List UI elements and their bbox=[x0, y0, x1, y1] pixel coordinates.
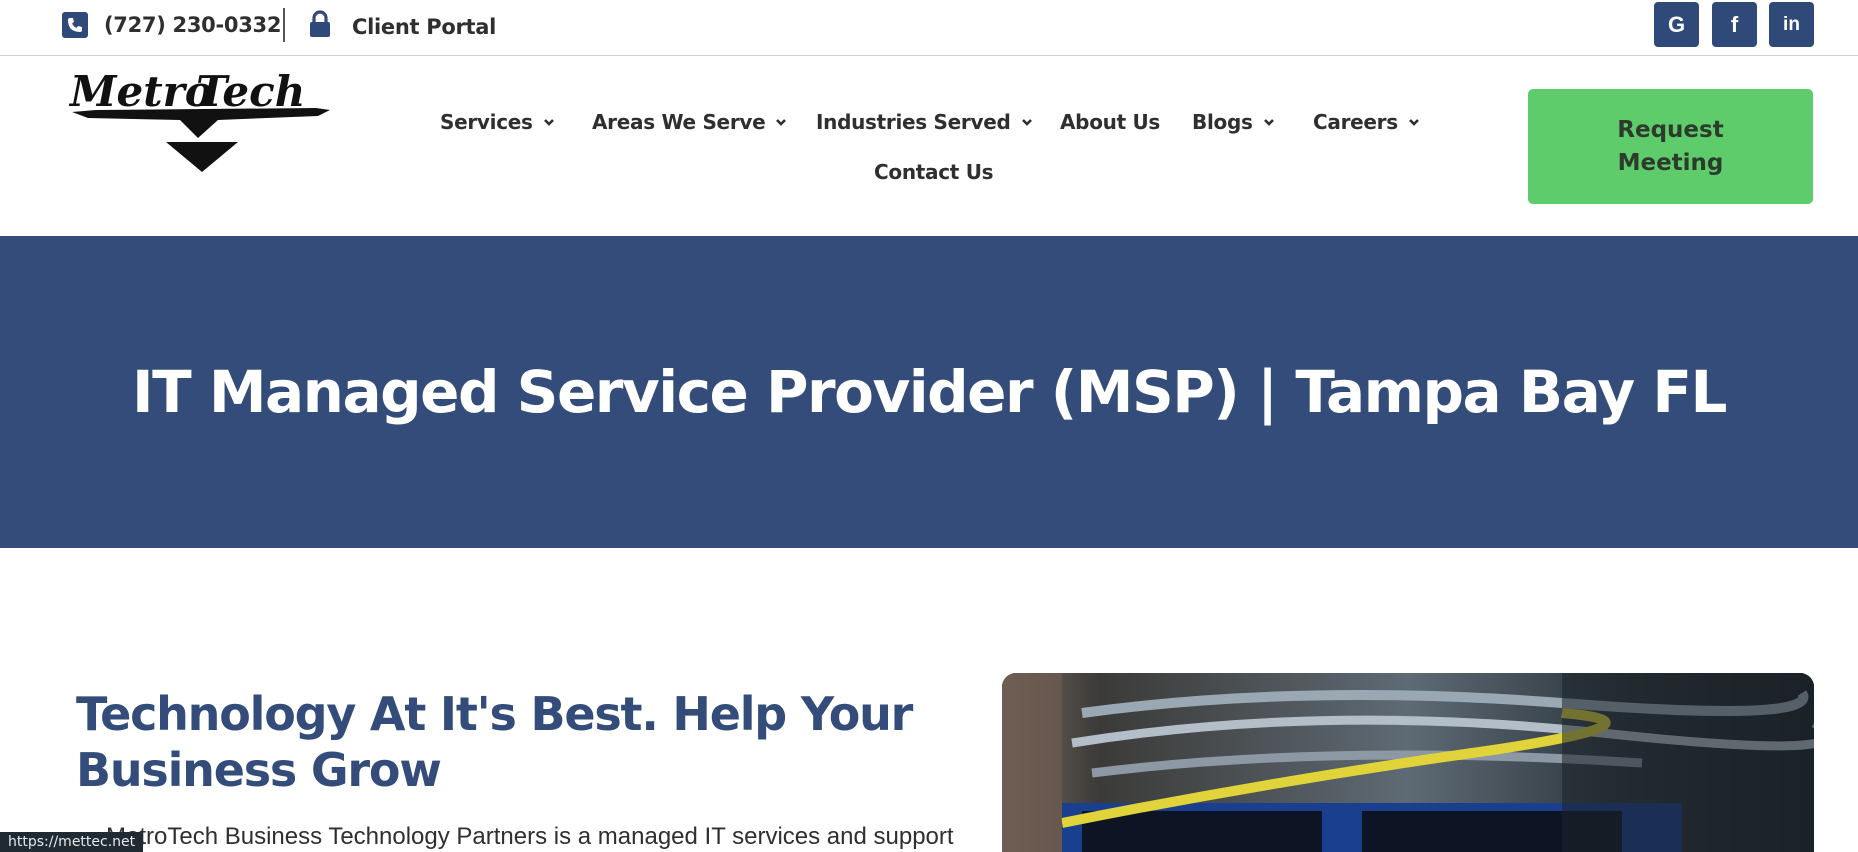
nav-industries-label: Industries Served bbox=[816, 110, 1011, 134]
nav-contact-us[interactable]: Contact Us bbox=[874, 160, 994, 184]
google-button[interactable]: G bbox=[1654, 2, 1699, 47]
nav-services[interactable]: Services bbox=[440, 110, 555, 134]
nav-areas-we-serve[interactable]: Areas We Serve bbox=[592, 110, 787, 134]
nav-careers[interactable]: Careers bbox=[1313, 110, 1420, 134]
linkedin-button[interactable]: in bbox=[1769, 2, 1814, 47]
client-portal-label: Client Portal bbox=[352, 14, 497, 39]
divider bbox=[283, 8, 285, 42]
server-cables-photo bbox=[1002, 673, 1814, 852]
nav-blogs-label: Blogs bbox=[1192, 110, 1253, 134]
linkedin-icon: in bbox=[1783, 13, 1800, 35]
chevron-down-icon bbox=[1263, 119, 1274, 126]
phone-icon bbox=[62, 12, 88, 38]
chevron-down-icon bbox=[1408, 119, 1419, 126]
lock-icon bbox=[308, 10, 332, 43]
phone-number: (727) 230-0332 bbox=[104, 13, 282, 37]
facebook-icon: f bbox=[1730, 11, 1739, 37]
nav-services-label: Services bbox=[440, 110, 533, 134]
svg-text:Metro: Metro bbox=[68, 67, 213, 116]
nav-contact-label: Contact Us bbox=[874, 160, 994, 184]
nav-blogs[interactable]: Blogs bbox=[1192, 110, 1275, 134]
facebook-button[interactable]: f bbox=[1712, 2, 1757, 47]
chevron-down-icon bbox=[543, 119, 554, 126]
chevron-down-icon bbox=[776, 119, 787, 126]
request-meeting-button[interactable]: Request Meeting bbox=[1528, 89, 1813, 204]
section-heading: Technology At It's Best. Help Your Busin… bbox=[76, 687, 913, 797]
svg-text:Tech: Tech bbox=[196, 67, 305, 116]
page-title: IT Managed Service Provider (MSP) | Tamp… bbox=[131, 358, 1728, 426]
chevron-down-icon bbox=[1021, 119, 1032, 126]
nav-careers-label: Careers bbox=[1313, 110, 1398, 134]
nav-about-us[interactable]: About Us bbox=[1060, 110, 1160, 134]
nav-about-label: About Us bbox=[1060, 110, 1161, 134]
request-meeting-label: Request Meeting bbox=[1617, 116, 1724, 176]
client-portal-link[interactable]: Client Portal bbox=[308, 10, 496, 43]
google-icon: G bbox=[1667, 11, 1686, 37]
hero-banner: IT Managed Service Provider (MSP) | Tamp… bbox=[0, 236, 1858, 548]
status-bar-url: https://mettec.net bbox=[0, 832, 144, 852]
phone-link[interactable]: (727) 230-0332 bbox=[62, 12, 281, 38]
intro-paragraph: MetroTech Business Technology Partners i… bbox=[106, 823, 954, 850]
metrotech-logo[interactable]: Metro Tech bbox=[68, 48, 336, 184]
nav-industries-served[interactable]: Industries Served bbox=[816, 110, 1033, 134]
nav-areas-label: Areas We Serve bbox=[592, 110, 766, 134]
